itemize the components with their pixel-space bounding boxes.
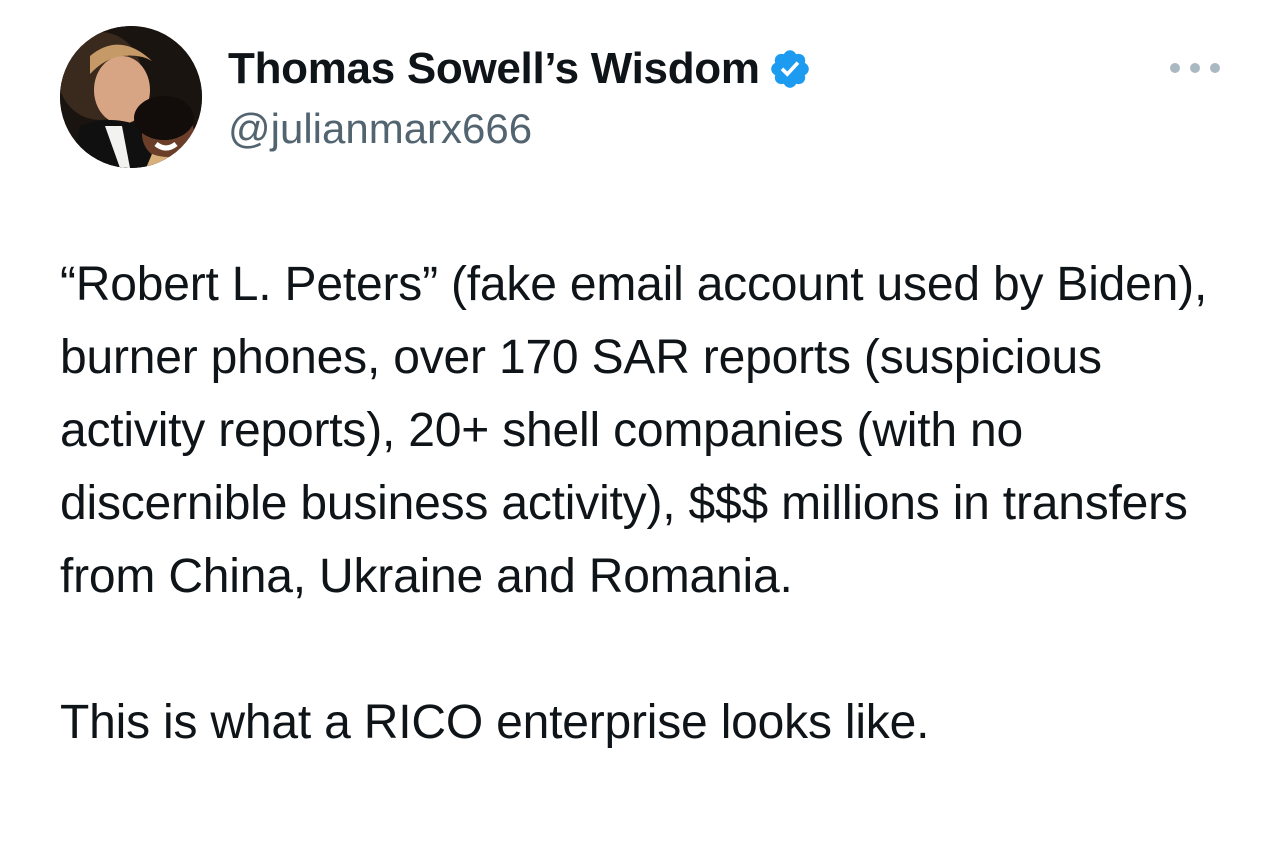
- tweet-paragraph: This is what a RICO enterprise looks lik…: [60, 696, 930, 749]
- avatar-image: [60, 26, 202, 168]
- more-options-icon: [1170, 63, 1180, 73]
- tweet: Thomas Sowell’s Wisdom @julianmarx666 “R…: [0, 0, 1283, 853]
- name-row: Thomas Sowell’s Wisdom: [228, 42, 812, 96]
- tweet-header: Thomas Sowell’s Wisdom @julianmarx666: [60, 26, 812, 168]
- author-identity: Thomas Sowell’s Wisdom @julianmarx666: [228, 38, 812, 156]
- tweet-text: “Robert L. Peters” (fake email account u…: [60, 248, 1240, 759]
- more-options-icon-dot: [1210, 63, 1220, 73]
- tweet-paragraph: “Robert L. Peters” (fake email account u…: [60, 258, 1208, 603]
- more-options-button[interactable]: [1170, 56, 1220, 80]
- author-display-name[interactable]: Thomas Sowell’s Wisdom: [228, 42, 760, 96]
- verified-badge-icon: [768, 47, 812, 91]
- author-handle[interactable]: @julianmarx666: [228, 102, 812, 156]
- more-options-icon-dot: [1190, 63, 1200, 73]
- avatar[interactable]: [60, 26, 202, 168]
